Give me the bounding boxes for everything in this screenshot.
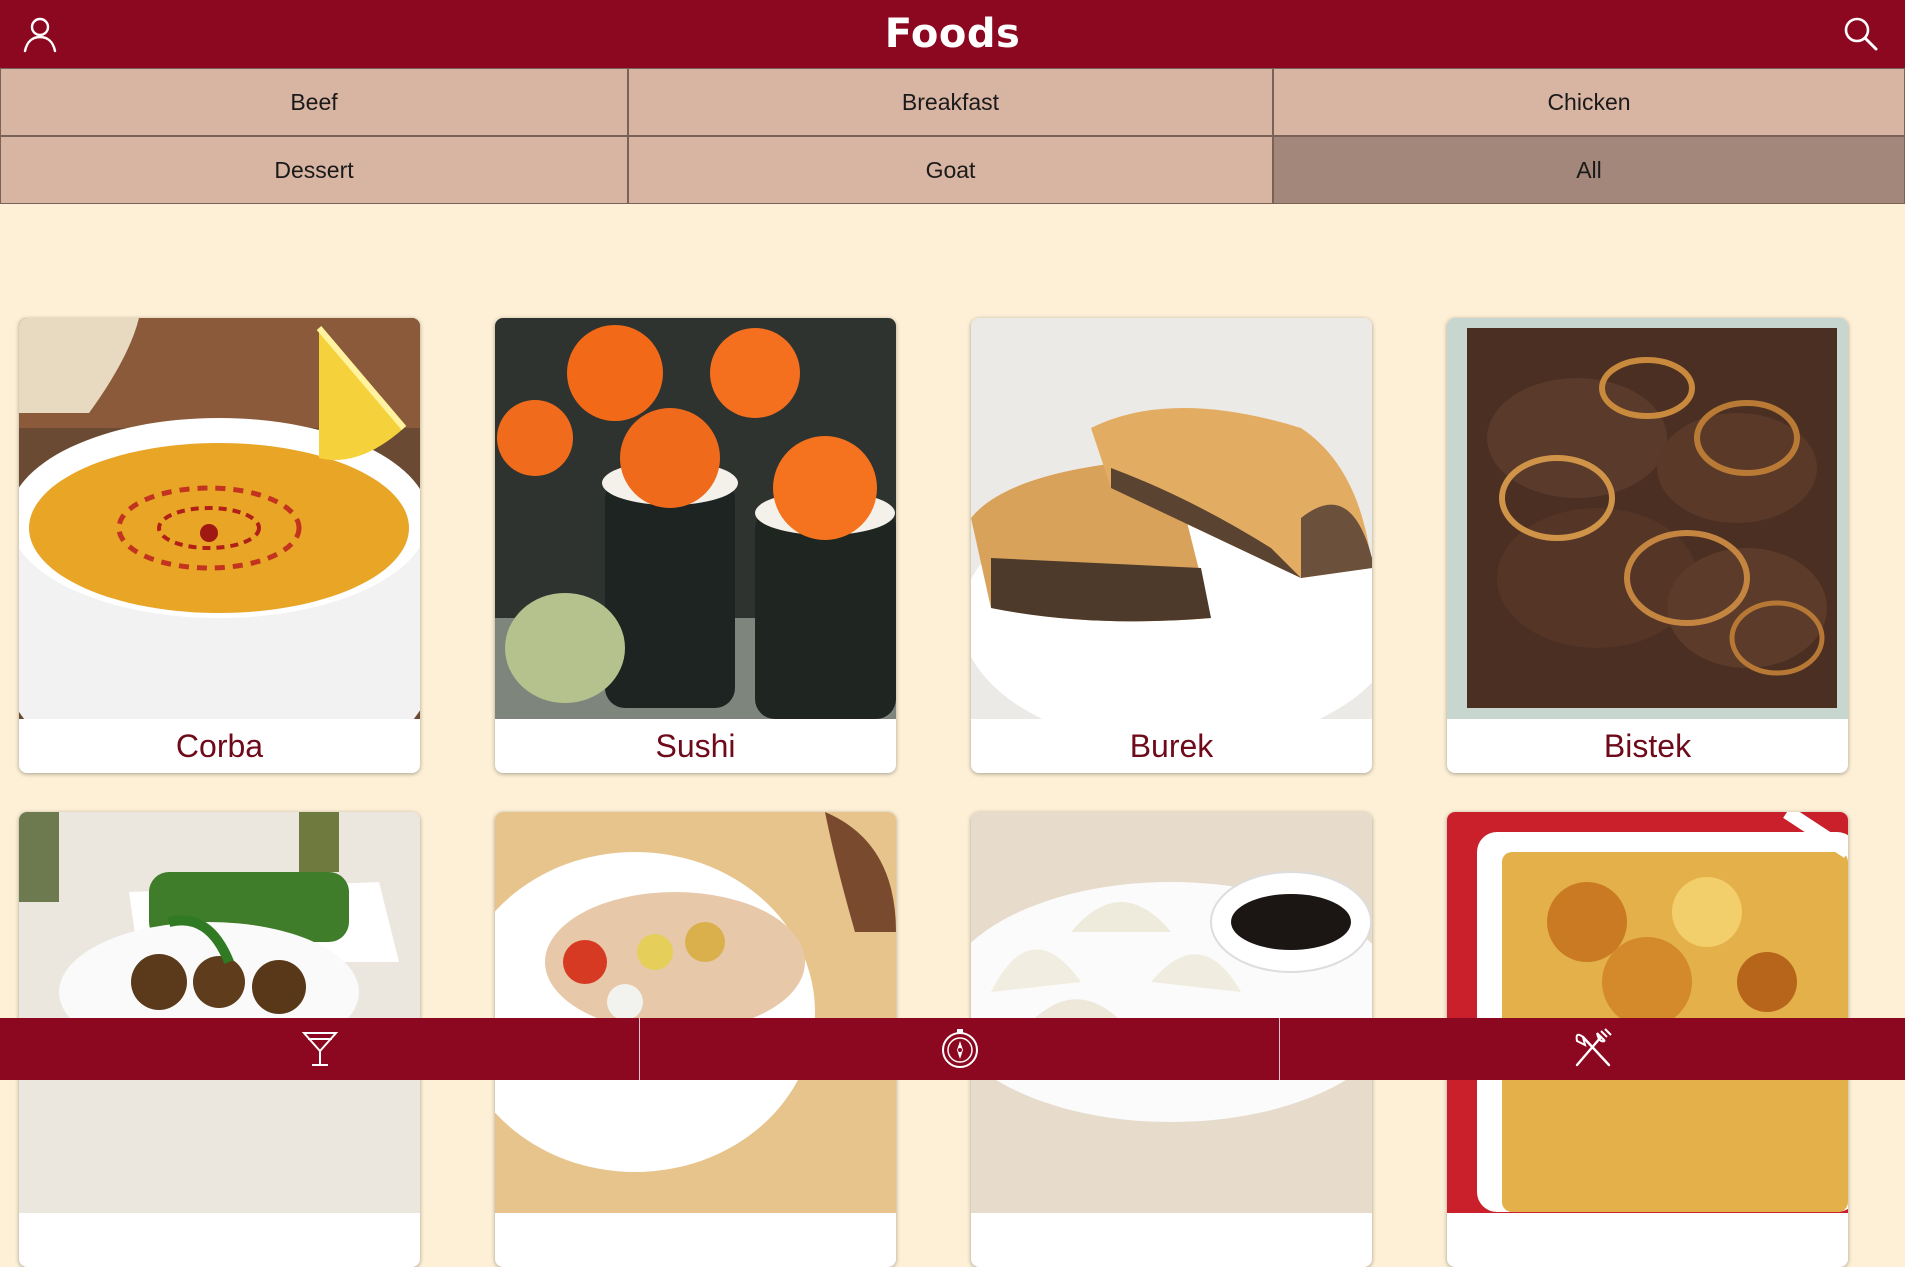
- food-name: [1447, 1213, 1848, 1267]
- food-card-corba[interactable]: Corba: [19, 318, 420, 773]
- food-name: Sushi: [655, 727, 736, 764]
- food-image-bistek: [1447, 318, 1848, 719]
- food-name: [971, 1213, 1372, 1267]
- food-name: [495, 1213, 896, 1267]
- food-name: Corba: [175, 727, 264, 764]
- food-image-lasagna: [1447, 812, 1848, 1213]
- bottom-navigation: [0, 1018, 1905, 1080]
- food-card-burek[interactable]: Burek: [971, 318, 1372, 773]
- category-tabs: Beef Breakfast Chicken Dessert Goat All: [0, 68, 1905, 204]
- nav-explore[interactable]: [640, 1018, 1280, 1080]
- tab-dessert[interactable]: Dessert: [0, 136, 628, 204]
- search-icon[interactable]: [1841, 14, 1881, 54]
- page-title: Foods: [884, 11, 1021, 57]
- food-image-corba: [19, 318, 420, 719]
- food-card-sushi[interactable]: Sushi: [495, 318, 896, 773]
- user-icon[interactable]: [20, 14, 60, 54]
- nav-drinks[interactable]: [0, 1018, 640, 1080]
- food-image-falafel: [19, 812, 420, 1213]
- food-image-sushi: [495, 318, 896, 719]
- tab-breakfast[interactable]: Breakfast: [628, 68, 1273, 136]
- food-name: Burek: [1129, 727, 1214, 764]
- cocktail-icon: [301, 1032, 338, 1066]
- tab-goat[interactable]: Goat: [628, 136, 1273, 204]
- food-name: [19, 1213, 420, 1267]
- tab-chicken[interactable]: Chicken: [1273, 68, 1905, 136]
- food-image-dumplings: [971, 812, 1372, 1213]
- fork-knife-icon: [1575, 1028, 1612, 1067]
- tab-beef[interactable]: Beef: [0, 68, 628, 136]
- food-image-burek: [971, 318, 1372, 719]
- top-app-bar: Foods: [0, 0, 1905, 68]
- nav-foods[interactable]: [1280, 1018, 1905, 1080]
- compass-icon: [941, 1029, 978, 1068]
- food-card-bistek[interactable]: Bistek: [1447, 318, 1848, 773]
- food-name: Bistek: [1603, 727, 1692, 764]
- tab-all[interactable]: All: [1273, 136, 1905, 204]
- food-image-potato: [495, 812, 896, 1213]
